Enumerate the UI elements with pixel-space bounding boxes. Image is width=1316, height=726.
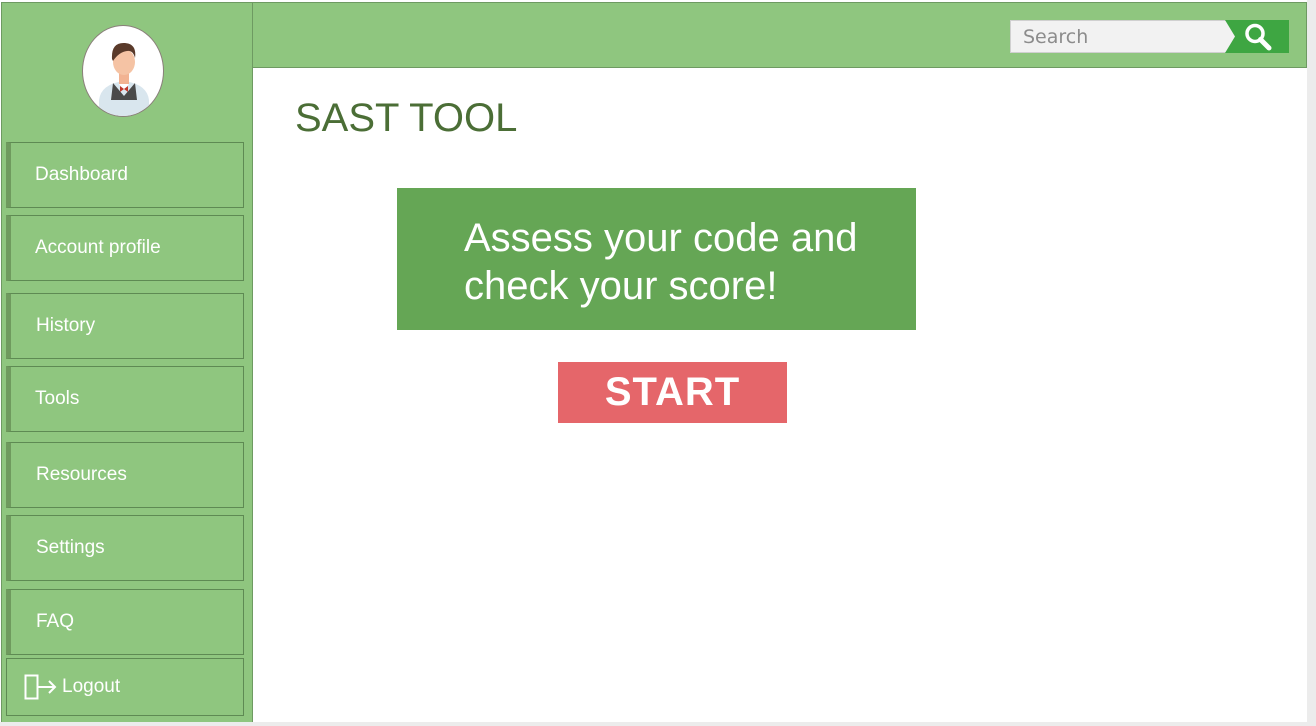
sidebar-item-dashboard[interactable]: Dashboard: [6, 142, 244, 208]
sidebar-item-resources[interactable]: Resources: [6, 442, 244, 508]
hero-line-1: Assess your code and: [464, 216, 858, 260]
logout-button[interactable]: Logout: [6, 658, 244, 716]
sidebar-item-label: History: [36, 315, 96, 336]
sidebar-item-tools[interactable]: Tools: [6, 366, 244, 432]
hero-banner: Assess your code and check your score!: [397, 188, 916, 330]
logout-icon: [24, 674, 58, 700]
search-icon: [1225, 20, 1289, 53]
hero-line-2: check your score!: [464, 264, 778, 308]
start-button[interactable]: START: [558, 362, 787, 423]
sidebar-item-label: Tools: [35, 388, 80, 409]
sidebar-item-label: Resources: [36, 464, 127, 485]
sidebar-item-label: Dashboard: [35, 164, 128, 185]
sidebar-item-faq[interactable]: FAQ: [6, 589, 244, 655]
sidebar-item-account-profile[interactable]: Account profile: [6, 215, 244, 281]
user-avatar-icon[interactable]: [82, 25, 164, 117]
search-input[interactable]: [1010, 20, 1236, 53]
sidebar: Dashboard Account profile History Tools …: [1, 2, 253, 722]
top-bar: [253, 2, 1307, 68]
sidebar-item-settings[interactable]: Settings: [6, 515, 244, 581]
sidebar-item-label: Account profile: [35, 237, 161, 258]
app-window: Dashboard Account profile History Tools …: [0, 0, 1307, 722]
sidebar-item-history[interactable]: History: [6, 293, 244, 359]
logout-label: Logout: [62, 676, 121, 697]
sidebar-item-label: FAQ: [36, 611, 75, 632]
search-button[interactable]: [1225, 20, 1289, 53]
sidebar-item-label: Settings: [36, 537, 105, 558]
page-title: SAST TOOL: [295, 96, 518, 140]
